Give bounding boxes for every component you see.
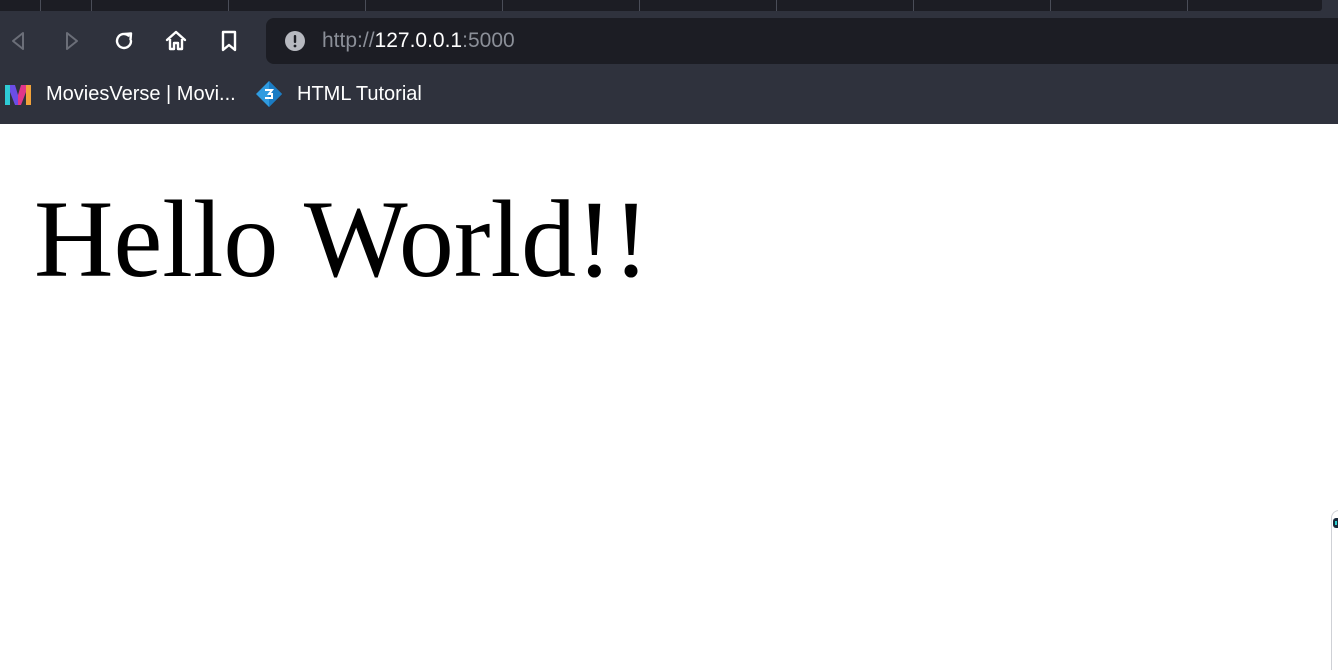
back-button[interactable]: [4, 26, 34, 56]
tab-separator: [40, 0, 41, 11]
side-panel-icon: [1333, 518, 1338, 528]
moviesverse-logo-icon: [5, 85, 31, 105]
navigation-toolbar: http://127.0.0.1:5000: [0, 17, 1338, 64]
bookmark-label: HTML Tutorial: [297, 82, 422, 105]
tab-separator: [365, 0, 366, 11]
bookmarks-bar: MoviesVerse | Movi... HTML Tutorial: [0, 64, 1338, 124]
site-info-icon[interactable]: [284, 30, 306, 52]
url-host: 127.0.0.1: [374, 29, 463, 52]
tab-separator: [776, 0, 777, 11]
bookmark-item-moviesverse[interactable]: MoviesVerse | Movi...: [4, 79, 236, 109]
home-button[interactable]: [161, 26, 191, 56]
tab-separator: [1187, 0, 1188, 11]
page-content: Hello World!!: [0, 124, 1338, 670]
url-port: :5000: [462, 29, 515, 52]
tabs-row: [0, 0, 1322, 11]
forward-icon: [66, 32, 78, 50]
tab-separator: [91, 0, 92, 11]
bookmark-item-html-tutorial[interactable]: HTML Tutorial: [255, 79, 422, 109]
tab-separator: [502, 0, 503, 11]
side-panel-handle[interactable]: [1331, 510, 1338, 670]
w3schools-logo-icon: [256, 81, 282, 107]
tab-separator: [1050, 0, 1051, 11]
bookmark-button[interactable]: [214, 26, 244, 56]
tab-separator: [639, 0, 640, 11]
back-icon: [12, 32, 24, 50]
tab-strip: [0, 0, 1338, 17]
url-text[interactable]: http://127.0.0.1:5000: [322, 29, 515, 53]
tab-separator: [228, 0, 229, 11]
address-bar[interactable]: http://127.0.0.1:5000: [266, 18, 1338, 64]
bookmark-icon: [221, 30, 237, 52]
tab-separator: [913, 0, 914, 11]
page-heading: Hello World!!: [34, 178, 650, 300]
reload-button[interactable]: [109, 26, 139, 56]
browser-window: http://127.0.0.1:5000 MoviesVerse | Movi…: [0, 0, 1338, 670]
home-icon: [165, 30, 187, 51]
forward-button[interactable]: [56, 26, 86, 56]
reload-icon: [115, 32, 133, 50]
bookmark-label: MoviesVerse | Movi...: [46, 82, 236, 105]
url-scheme: http://: [322, 29, 375, 52]
